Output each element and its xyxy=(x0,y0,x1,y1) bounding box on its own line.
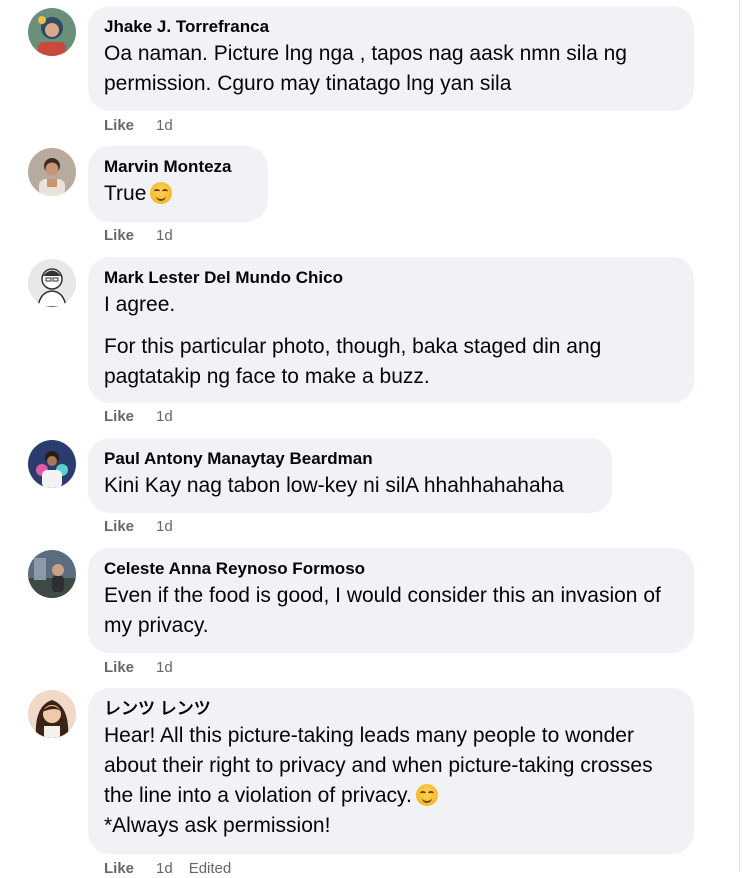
avatar[interactable] xyxy=(28,550,76,598)
comment-paragraph: Oa naman. Picture lng nga , tapos nag aa… xyxy=(104,42,627,95)
comment-text: Oa naman. Picture lng nga , tapos nag aa… xyxy=(104,39,678,99)
comment-bubble: Marvin Monteza True xyxy=(88,146,268,222)
comment-text: True xyxy=(104,179,252,209)
comment-author[interactable]: Celeste Anna Reynoso Formoso xyxy=(104,558,678,580)
profile-photo-icon xyxy=(28,690,76,738)
comment-text: Hear! All this picture-taking leads many… xyxy=(104,721,678,841)
comment-text: Even if the food is good, I would consid… xyxy=(104,581,678,641)
comment-paragraph: I agree. xyxy=(104,293,176,316)
comment-bubble: Celeste Anna Reynoso Formoso Even if the… xyxy=(88,548,694,653)
comment-actions: Like 1d xyxy=(104,659,173,677)
profile-photo-icon xyxy=(28,440,76,488)
profile-photo-icon xyxy=(28,148,76,196)
like-button[interactable]: Like xyxy=(104,117,134,135)
comment-paragraph: Even if the food is good, I would consid… xyxy=(104,584,661,637)
like-button[interactable]: Like xyxy=(104,408,134,426)
scrollbar-track xyxy=(739,0,740,872)
smiling-face-emoji-icon xyxy=(415,784,438,806)
comment-author[interactable]: Jhake J. Torrefranca xyxy=(104,16,678,38)
profile-photo-icon xyxy=(28,550,76,598)
comment-paragraph: Kini Kay nag tabon low-key ni silA hhahh… xyxy=(104,474,564,497)
comment-author[interactable]: レンツ レンツ xyxy=(104,698,678,720)
comment-actions: Like 1d xyxy=(104,117,173,135)
avatar[interactable] xyxy=(28,690,76,738)
comment-author[interactable]: Paul Antony Manaytay Beardman xyxy=(104,448,596,470)
like-button[interactable]: Like xyxy=(104,860,134,878)
avatar[interactable] xyxy=(28,440,76,488)
edited-label: Edited xyxy=(188,860,232,877)
smiling-face-emoji-icon xyxy=(150,182,173,204)
comment-actions: Like 1d xyxy=(104,408,173,426)
like-button[interactable]: Like xyxy=(104,518,134,536)
comment-timestamp[interactable]: 1d xyxy=(156,227,173,245)
profile-photo-icon xyxy=(28,8,76,56)
comment-actions: Like 1d xyxy=(104,518,173,536)
comment-timestamp[interactable]: 1d xyxy=(156,117,173,135)
avatar[interactable] xyxy=(28,259,76,307)
comment-timestamp[interactable]: 1d xyxy=(156,860,173,878)
comment-paragraph: *Always ask permission! xyxy=(104,814,331,837)
comment-actions: Like 1d Edited xyxy=(104,860,231,878)
comment-author[interactable]: Marvin Monteza xyxy=(104,156,252,178)
comment-paragraph: Hear! All this picture-taking leads many… xyxy=(104,721,678,811)
comment-actions: Like 1d xyxy=(104,227,173,245)
profile-photo-icon xyxy=(28,259,76,307)
avatar[interactable] xyxy=(28,148,76,196)
comment-paragraph-text: Hear! All this picture-taking leads many… xyxy=(104,724,653,807)
avatar[interactable] xyxy=(28,8,76,56)
comment-paragraph: For this particular photo, though, baka … xyxy=(104,335,602,388)
comment-bubble: Jhake J. Torrefranca Oa naman. Picture l… xyxy=(88,6,694,111)
comment-timestamp[interactable]: 1d xyxy=(156,408,173,426)
comment-bubble: Mark Lester Del Mundo Chico I agree. For… xyxy=(88,257,694,403)
comment-timestamp[interactable]: 1d xyxy=(156,659,173,677)
comment-bubble: Paul Antony Manaytay Beardman Kini Kay n… xyxy=(88,438,612,513)
comment-timestamp[interactable]: 1d xyxy=(156,518,173,536)
comment-text: I agree. For this particular photo, thou… xyxy=(104,290,678,392)
comment-bubble: レンツ レンツ Hear! All this picture-taking le… xyxy=(88,688,694,854)
comment-text: Kini Kay nag tabon low-key ni silA hhahh… xyxy=(104,471,596,501)
like-button[interactable]: Like xyxy=(104,659,134,677)
comment-author[interactable]: Mark Lester Del Mundo Chico xyxy=(104,267,678,289)
like-button[interactable]: Like xyxy=(104,227,134,245)
comment-paragraph: True xyxy=(104,179,252,209)
comment-paragraph-text: True xyxy=(104,182,147,205)
